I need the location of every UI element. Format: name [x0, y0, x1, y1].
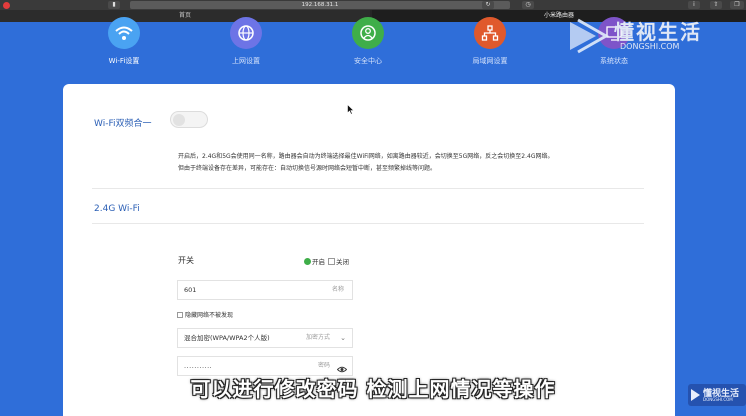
watermark-text: 懂视生活: [614, 20, 702, 44]
nav-item-wifi[interactable]: Wi-Fi设置: [84, 17, 164, 66]
radio-on[interactable]: [304, 257, 311, 265]
watermark-icon: [570, 18, 610, 54]
watermark-badge-icon: [691, 389, 700, 401]
info-icon[interactable]: i: [688, 1, 700, 9]
nav-item-security[interactable]: 安全中心: [328, 17, 408, 66]
wifi-icon: [108, 17, 140, 49]
wifi-name-value: 601: [184, 286, 197, 294]
share-icon[interactable]: ⇧: [710, 1, 722, 9]
password-value: ...........: [184, 362, 213, 370]
encryption-value: 混合加密(WPA/WPA2个人版): [184, 334, 270, 342]
hide-network-label: 隐藏网络不被发现: [185, 312, 234, 319]
globe-icon: [230, 17, 262, 49]
nav-label: 局域网设置: [472, 57, 508, 65]
switch-radio-group: 开启 关闭: [304, 256, 349, 266]
encryption-hint: 加密方式: [305, 334, 330, 341]
watermark-logo: 懂视生活 DONGSHI.COM: [566, 16, 736, 58]
nav-label: 安全中心: [354, 57, 382, 65]
chevron-down-icon: ⌄: [340, 334, 346, 342]
nav-item-lan[interactable]: 局域网设置: [450, 17, 530, 66]
watermark-subtext: DONGSHI.COM: [620, 42, 680, 51]
dual-band-description: 开启后，2.4G和5G会使用同一名称，路由器会自动为终端选择最佳WiFi网络，如…: [178, 151, 668, 175]
shield-icon: [352, 17, 384, 49]
hide-network-row[interactable]: 隐藏网络不被发现: [177, 310, 233, 319]
tabs-icon[interactable]: ❐: [730, 1, 744, 9]
description-line: 但由于终端设备存在差异，可能存在：自动切换信号源时网络会短暂中断，甚至频繁掉线等…: [178, 165, 437, 172]
hide-network-checkbox[interactable]: [177, 311, 183, 318]
nav-label: 上网设置: [232, 57, 260, 65]
dual-band-toggle[interactable]: [170, 111, 208, 128]
record-icon: [3, 2, 10, 9]
video-subtitle: 可以进行修改密码 检测上网情况等操作: [190, 377, 556, 401]
radio-on-label: 开启: [312, 258, 325, 266]
encryption-select[interactable]: 混合加密(WPA/WPA2个人版) 加密方式 ⌄: [177, 328, 353, 348]
history-icon[interactable]: ◷: [522, 1, 534, 9]
toggle-knob: [173, 114, 185, 126]
description-line: 开启后，2.4G和5G会使用同一名称，路由器会自动为终端选择最佳WiFi网络，如…: [178, 153, 554, 160]
settings-card: Wi-Fi双频合一 开启后，2.4G和5G会使用同一名称，路由器会自动为终端选择…: [63, 84, 675, 416]
address-bar[interactable]: 192.168.31.1: [130, 1, 510, 9]
radio-off-label: 关闭: [336, 258, 349, 266]
radio-off[interactable]: [328, 257, 335, 265]
reload-icon[interactable]: ↻: [482, 1, 494, 9]
dual-band-title: Wi-Fi双频合一: [94, 119, 152, 129]
nav-label: Wi-Fi设置: [108, 57, 140, 65]
switch-label: 开关: [178, 256, 194, 265]
network-icon: [474, 17, 506, 49]
wifi24-title: 2.4G Wi-Fi: [94, 204, 140, 214]
wifi-name-input[interactable]: 601 名称: [177, 280, 353, 300]
watermark-badge-subtext: DONGSHI.COM: [703, 397, 733, 402]
watermark-badge: 懂视生活 DONGSHI.COM: [688, 384, 746, 406]
tab-home[interactable]: 首页: [0, 10, 370, 22]
divider: [92, 223, 644, 224]
divider: [92, 188, 644, 189]
sidebar-toggle-button[interactable]: ▮: [108, 1, 120, 9]
mouse-cursor-icon: [347, 104, 355, 115]
nav-item-internet[interactable]: 上网设置: [206, 17, 286, 66]
wifi-name-hint: 名称: [331, 286, 344, 293]
browser-titlebar: ▮ 192.168.31.1 ↻ ◷ i ⇧ ❐: [0, 0, 746, 10]
